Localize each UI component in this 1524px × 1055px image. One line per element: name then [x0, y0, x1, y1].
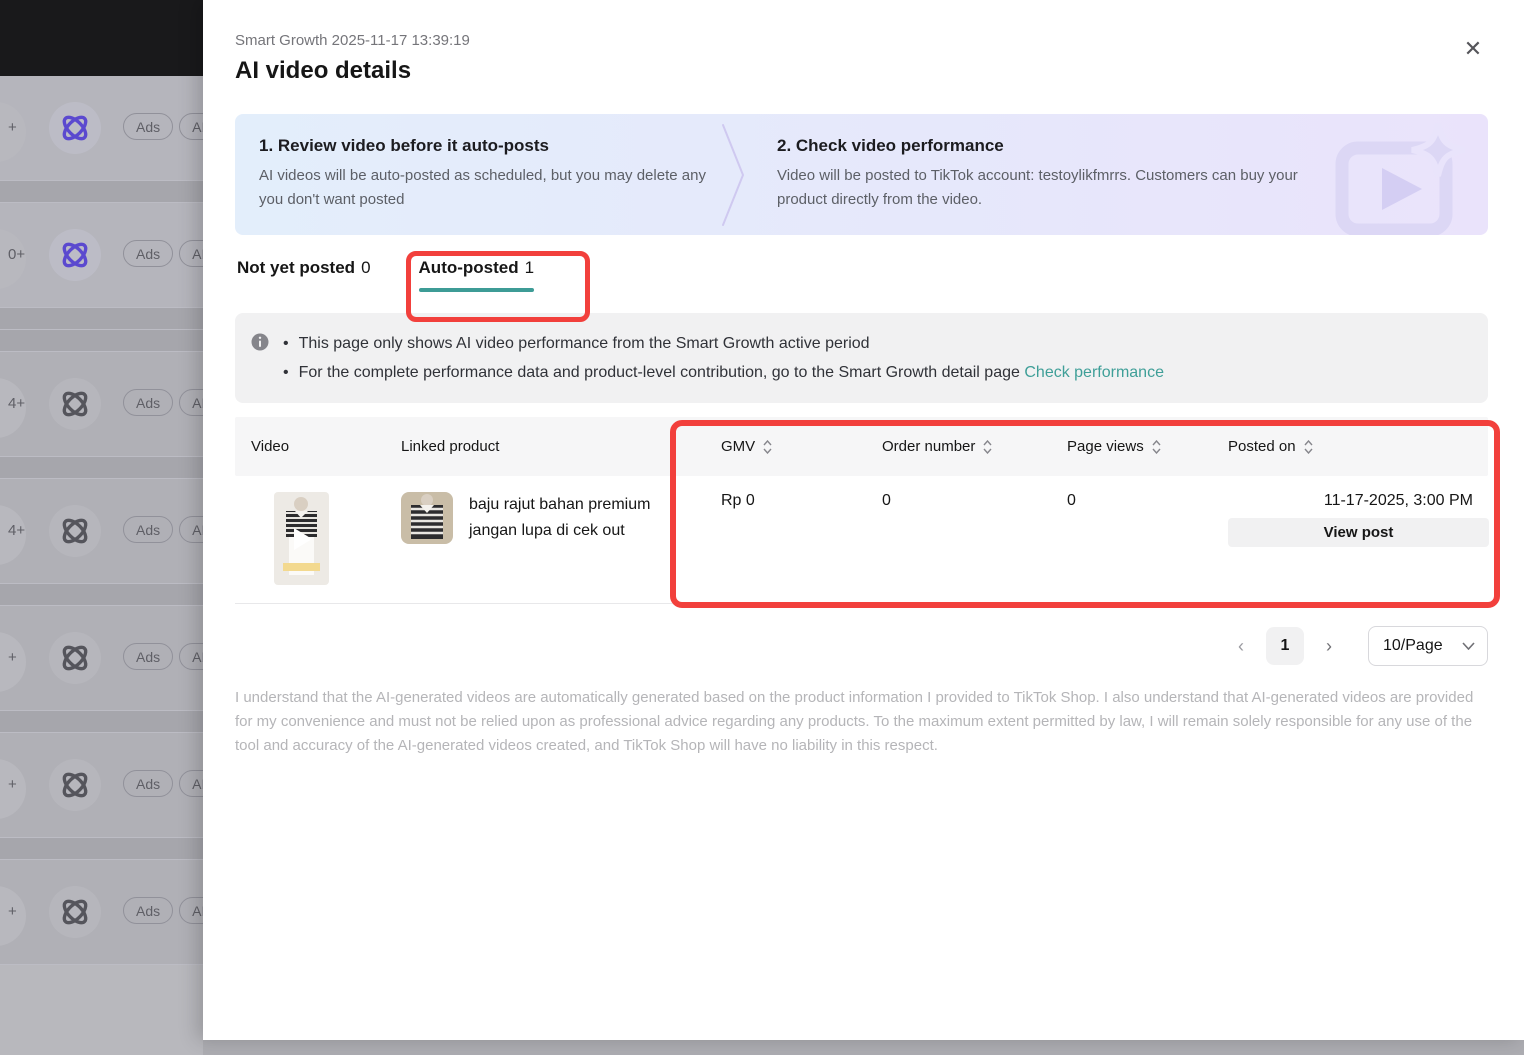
ai-video-table: Video Linked product GMV Order number Pa… — [235, 417, 1488, 604]
steps-banner: 1. Review video before it auto-posts AI … — [235, 114, 1488, 235]
info-icon — [251, 333, 269, 351]
background-top-bar — [0, 0, 203, 76]
page-size-select[interactable]: 10/Page — [1368, 626, 1488, 666]
tab-auto-posted[interactable]: Auto-posted1 — [419, 258, 535, 292]
background-sub-row — [0, 330, 203, 352]
tab-count: 0 — [361, 258, 370, 277]
check-performance-link[interactable]: Check performance — [1024, 364, 1164, 381]
step-2: 2. Check video performance Video will be… — [747, 114, 1307, 212]
status-tabs: Not yet posted0 Auto-posted1 — [235, 258, 1488, 298]
tab-count: 1 — [525, 258, 534, 277]
step-2-title: 2. Check video performance — [777, 136, 1307, 156]
gmv-value: Rp 0 — [705, 476, 866, 603]
col-posted-on[interactable]: Posted on — [1212, 438, 1488, 455]
step-1-body: AI videos will be auto-posted as schedul… — [259, 164, 715, 212]
background-footer — [0, 965, 203, 1055]
step-2-body: Video will be posted to TikTok account: … — [777, 164, 1307, 212]
col-linked-product: Linked product — [385, 438, 705, 455]
ai-atom-icon — [49, 102, 101, 154]
count-fragment: 4+ — [8, 395, 25, 412]
ads-badge: Ads — [123, 389, 173, 416]
prev-page-icon[interactable]: ‹ — [1226, 627, 1256, 665]
info-notice: This page only shows AI video performanc… — [235, 313, 1488, 403]
ads-badge: Ads — [123, 770, 173, 797]
product-name: baju rajut bahan premium jangan lupa di … — [469, 492, 687, 587]
table-row: baju rajut bahan premium jangan lupa di … — [235, 476, 1488, 604]
tab-not-yet-posted[interactable]: Not yet posted0 — [237, 258, 371, 292]
product-thumbnail[interactable] — [401, 492, 453, 544]
background-table-row: + Ads AI vi — [0, 606, 203, 711]
ai-atom-icon — [49, 505, 101, 557]
ads-badge: Ads — [123, 516, 173, 543]
background-table-row: + Ads AI vi — [0, 733, 203, 838]
sort-icon[interactable] — [1152, 440, 1161, 454]
page-number-button[interactable]: 1 — [1266, 627, 1304, 665]
background-table-row: 0+ Ads AI vi — [0, 203, 203, 308]
page-title: AI video details — [235, 57, 1488, 85]
background-sub-row — [0, 181, 203, 203]
ads-badge: Ads — [123, 240, 173, 267]
count-fragment: 4+ — [8, 522, 25, 539]
step-1-title: 1. Review video before it auto-posts — [259, 136, 715, 156]
col-order-number[interactable]: Order number — [866, 438, 1051, 455]
background-table-row: + Ads AI vi — [0, 76, 203, 181]
notice-bullet-1: This page only shows AI video performanc… — [279, 329, 1164, 358]
posted-on-value: 11-17-2025, 3:00 PM — [1228, 492, 1473, 510]
page-views-value: 0 — [1051, 476, 1212, 603]
ai-video-illustration-icon — [1330, 116, 1480, 235]
col-page-views[interactable]: Page views — [1051, 438, 1212, 455]
ads-badge: Ads — [123, 643, 173, 670]
count-fragment: + — [8, 776, 17, 793]
ai-video-details-modal: ✕ Smart Growth 2025-11-17 13:39:19 AI vi… — [203, 0, 1524, 1040]
table-header: Video Linked product GMV Order number Pa… — [235, 417, 1488, 476]
sort-icon[interactable] — [983, 440, 992, 454]
sort-icon[interactable] — [1304, 440, 1313, 454]
col-gmv[interactable]: GMV — [705, 438, 866, 455]
chevron-right-icon — [719, 119, 747, 231]
ai-atom-icon — [49, 759, 101, 811]
pagination: ‹ 1 › 10/Page — [235, 626, 1488, 666]
count-fragment: + — [8, 903, 17, 920]
ads-badge: Ads — [123, 113, 173, 140]
sort-icon[interactable] — [763, 440, 772, 454]
background-sub-row — [0, 584, 203, 606]
col-video: Video — [235, 438, 385, 455]
ai-atom-icon — [49, 632, 101, 684]
order-number-value: 0 — [866, 476, 1051, 603]
step-1: 1. Review video before it auto-posts AI … — [235, 114, 715, 212]
background-table-row: 4+ Ads AI vi — [0, 352, 203, 457]
modal-eyebrow: Smart Growth 2025-11-17 13:39:19 — [235, 32, 1488, 49]
view-post-button[interactable]: View post — [1228, 518, 1489, 547]
next-page-icon[interactable]: › — [1314, 627, 1344, 665]
legal-disclaimer: I understand that the AI-generated video… — [235, 686, 1488, 758]
background-sub-row — [0, 838, 203, 860]
background-table-row: 4+ Ads AI vi — [0, 479, 203, 584]
ads-badge: Ads — [123, 897, 173, 924]
background-table-row: + Ads AI vi — [0, 860, 203, 965]
notice-bullet-2: For the complete performance data and pr… — [279, 358, 1164, 387]
chevron-down-icon — [1462, 642, 1475, 650]
ai-atom-icon — [49, 886, 101, 938]
background-page: + Ads AI vi 0+ Ads AI vi — [0, 0, 203, 1040]
count-fragment: + — [8, 649, 17, 666]
background-sub-row — [0, 457, 203, 479]
ai-atom-icon — [49, 229, 101, 281]
background-sub-row — [0, 308, 203, 330]
ai-atom-icon — [49, 378, 101, 430]
background-sub-row — [0, 711, 203, 733]
count-fragment: + — [8, 119, 17, 136]
count-fragment: 0+ — [8, 246, 25, 263]
video-thumbnail[interactable] — [274, 492, 329, 585]
